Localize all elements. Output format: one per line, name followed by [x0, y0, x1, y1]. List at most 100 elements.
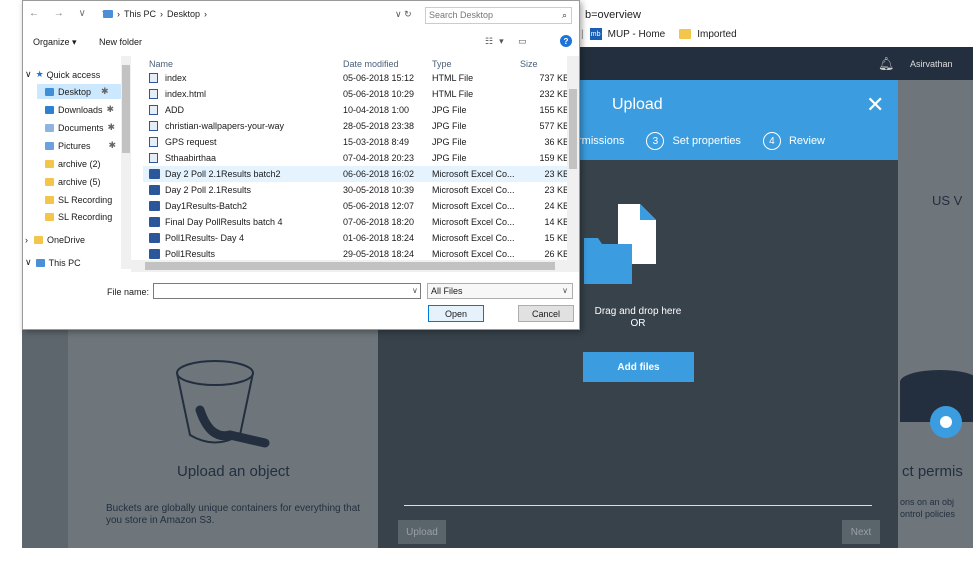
chevron-down-icon: ∨: [25, 257, 32, 267]
view-options-icon[interactable]: ☷▾ ▭: [485, 36, 533, 47]
file-type: JPG File: [432, 121, 467, 131]
pictures-icon: [45, 141, 54, 150]
file-type: Microsoft Excel Co...: [432, 249, 515, 259]
refresh-icon[interactable]: ∨ ↻: [395, 9, 412, 20]
column-size[interactable]: Size: [520, 59, 538, 69]
file-date: 01-06-2018 18:24: [343, 233, 415, 243]
nav-label: Pictures: [58, 140, 91, 151]
nav-label: Documents: [58, 122, 104, 133]
file-type: Microsoft Excel Co...: [432, 201, 515, 211]
file-row[interactable]: Poll1Results- Day 4 01-06-2018 18:24 Micro…: [143, 230, 570, 246]
bookmark-mup-home[interactable]: MUP - Home: [608, 29, 666, 40]
close-icon[interactable]: ✕: [866, 92, 884, 118]
column-name[interactable]: Name: [149, 59, 173, 69]
file-date: 15-03-2018 8:49: [343, 137, 410, 147]
file-row[interactable]: Day 2 Poll 2.1Results batch2 06-06-2018 1…: [143, 166, 570, 182]
file-size: 36 KB: [544, 137, 569, 147]
step-set-properties[interactable]: 3 Set properties: [646, 132, 741, 150]
mup-icon: mb: [589, 28, 602, 40]
nav-archive-2[interactable]: archive (2): [45, 156, 101, 171]
file-name-input[interactable]: [153, 283, 421, 299]
excel-file-icon: [149, 169, 160, 179]
file-row[interactable]: index 05-06-2018 15:12 HTML File 737 KB: [143, 70, 570, 86]
nav-desktop[interactable]: Desktop ✱: [37, 84, 121, 99]
next-button[interactable]: Next: [842, 520, 880, 544]
image-file-icon: [149, 121, 158, 131]
file-list-scroll-thumb[interactable]: [569, 89, 577, 169]
file-name: christian-wallpapers-your-way: [165, 121, 285, 131]
bookmark-separator: |: [581, 28, 584, 40]
file-type: HTML File: [432, 89, 474, 99]
bell-icon[interactable]: 🔔︎: [878, 56, 895, 72]
step-review[interactable]: 4 Review: [762, 132, 825, 150]
file-name-cell: Poll1Results: [149, 249, 215, 259]
horizontal-scroll-thumb[interactable]: [145, 262, 555, 270]
file-row[interactable]: Day1Results-Batch2 05-06-2018 12:07 Micros…: [143, 198, 570, 214]
add-files-button[interactable]: Add files: [583, 352, 694, 382]
nav-sl-recording[interactable]: SL Recording: [45, 209, 112, 224]
bookmark-imported[interactable]: Imported: [697, 29, 736, 40]
excel-file-icon: [149, 249, 160, 259]
upload-button[interactable]: Upload: [398, 520, 446, 544]
file-row[interactable]: ADD 10-04-2018 1:00 JPG File 155 KB: [143, 102, 570, 118]
file-name: Poll1Results- Day 4: [165, 233, 245, 243]
file-row[interactable]: Final Day PollResults batch 4 07-06-2018 …: [143, 214, 570, 230]
pc-icon: [35, 258, 45, 267]
nav-label: archive (2): [58, 158, 101, 169]
cancel-button[interactable]: Cancel: [518, 305, 574, 322]
file-name-cell: Day 2 Poll 2.1Results batch2: [149, 169, 281, 179]
image-file-icon: [149, 153, 158, 163]
help-icon[interactable]: ?: [560, 35, 572, 47]
file-name-cell: Day 2 Poll 2.1Results: [149, 185, 251, 195]
nav-pictures[interactable]: Pictures ✱: [45, 138, 116, 153]
upload-steps: rmissions 3 Set properties 4 Review: [578, 132, 847, 150]
modal-divider: [404, 505, 872, 506]
organize-button[interactable]: Organize ▾: [33, 37, 77, 48]
file-date: 05-06-2018 15:12: [343, 73, 415, 83]
user-menu[interactable]: Asirvathan: [910, 59, 953, 69]
open-button[interactable]: Open: [428, 305, 484, 322]
breadcrumb-sep: ›: [160, 9, 164, 19]
filter-value: All Files: [431, 286, 463, 296]
star-icon: ★: [35, 69, 44, 79]
breadcrumb-sep: ›: [204, 9, 208, 19]
nav-sl-recording[interactable]: SL Recording: [45, 192, 112, 207]
html-file-icon: [149, 89, 158, 99]
new-folder-button[interactable]: New folder: [99, 37, 142, 47]
file-row[interactable]: Sthaabirthaa 07-04-2018 20:23 JPG File 159 …: [143, 150, 570, 166]
column-date-modified[interactable]: Date modified: [343, 59, 399, 69]
file-row[interactable]: index.html 05-06-2018 10:29 HTML File 232 K…: [143, 86, 570, 102]
file-row[interactable]: christian-wallpapers-your-way 28-05-2018 …: [143, 118, 570, 134]
nav-quick-access[interactable]: ∨ ★ Quick access: [25, 67, 121, 82]
file-row[interactable]: GPS request 15-03-2018 8:49 JPG File 36 KB: [143, 134, 570, 150]
file-date: 07-04-2018 20:23: [343, 153, 415, 163]
drop-text-line1: Drag and drop here: [594, 306, 682, 317]
nav-scroll-thumb[interactable]: [122, 65, 130, 153]
nav-label: Downloads: [58, 104, 103, 115]
column-type[interactable]: Type: [432, 59, 452, 69]
file-date: 10-04-2018 1:00: [343, 105, 410, 115]
address-bar-text[interactable]: b=overview: [585, 9, 641, 21]
breadcrumb[interactable]: › This PC › Desktop ›: [103, 9, 207, 19]
step-permissions[interactable]: rmissions: [578, 135, 624, 147]
file-row[interactable]: Day 2 Poll 2.1Results 30-05-2018 10:39 Mic…: [143, 182, 570, 198]
upload-modal-title: Upload: [612, 96, 663, 113]
folder-icon: [45, 159, 54, 168]
nav-arrows[interactable]: ← → ∨ ↑: [29, 8, 112, 19]
nav-archive-5[interactable]: archive (5): [45, 174, 101, 189]
nav-this-pc[interactable]: ∨ This PC: [25, 255, 81, 270]
file-type-filter[interactable]: All Files ∨: [427, 283, 573, 299]
folder-icon: [45, 177, 54, 186]
file-size: 23 KB: [544, 185, 569, 195]
file-name: Day 2 Poll 2.1Results: [165, 185, 252, 195]
breadcrumb-this-pc[interactable]: This PC: [124, 9, 156, 19]
nav-downloads[interactable]: Downloads ✱: [45, 102, 114, 117]
file-type: JPG File: [432, 105, 467, 115]
search-input[interactable]: Search Desktop ⌕: [425, 7, 572, 24]
navigation-pane: ∨ ★ Quick access Desktop ✱ Downloads ✱ D…: [23, 56, 131, 274]
chevron-down-icon[interactable]: ∨: [412, 286, 418, 295]
region-text: US V: [932, 193, 963, 208]
breadcrumb-desktop[interactable]: Desktop: [167, 9, 200, 19]
nav-documents[interactable]: Documents ✱: [45, 120, 115, 135]
nav-onedrive[interactable]: › OneDrive: [25, 232, 85, 247]
